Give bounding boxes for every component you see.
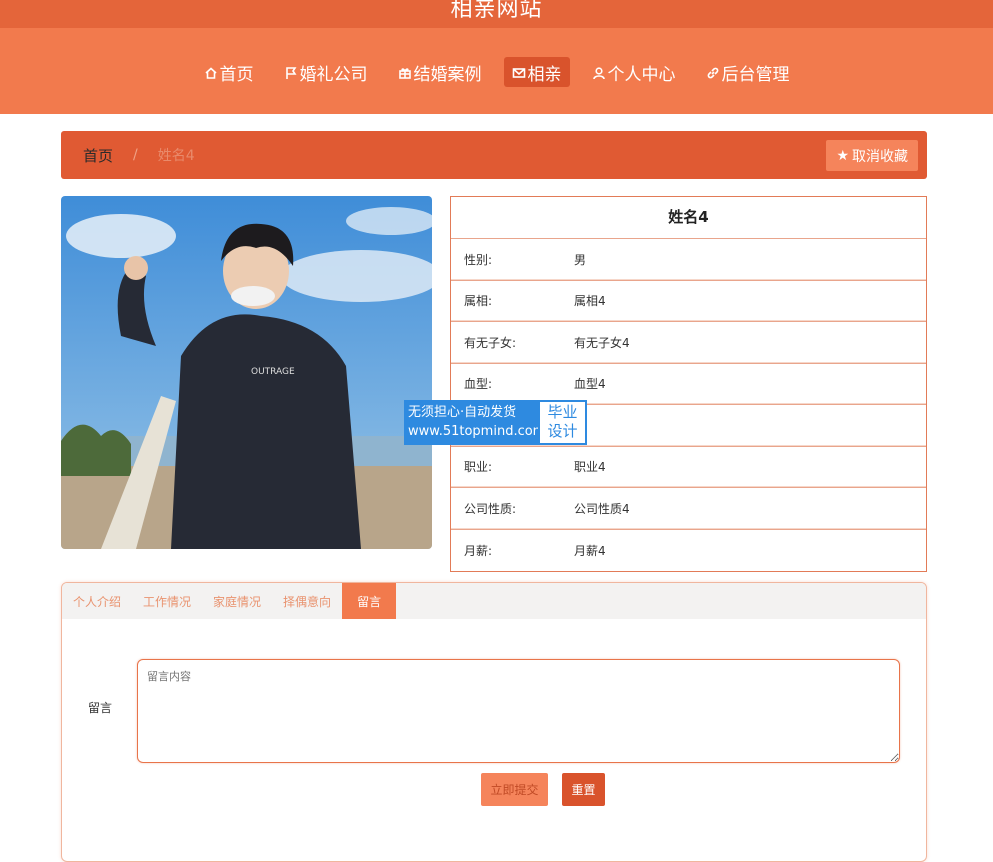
watermark-line2: www.51topmind.com [408, 424, 546, 439]
flag-icon [284, 65, 298, 79]
submit-button[interactable]: 立即提交 [481, 773, 548, 806]
tab-message[interactable]: 留言 [342, 583, 397, 619]
info-label: 属相: [464, 294, 493, 309]
info-row-salary: 月薪: 月薪4 [451, 530, 926, 572]
info-value: 月薪4 [574, 543, 606, 558]
tab-intro[interactable]: 个人介绍 [62, 583, 132, 619]
nav-label: 相亲 [527, 64, 562, 85]
tab-header: 个人介绍 工作情况 家庭情况 择偶意向 留言 [62, 583, 926, 619]
info-row-children: 有无子女: 有无子女4 [451, 322, 926, 364]
info-label: 有无子女: [464, 335, 517, 350]
top-title-bar: 相亲网站 [0, 0, 993, 28]
tab-family[interactable]: 家庭情况 [202, 583, 272, 619]
nav-label: 后台管理 [721, 64, 790, 85]
nav-item-dating[interactable]: 相亲 [503, 57, 570, 87]
watermark-side2: 设计 [547, 422, 578, 440]
svg-text:OUTRAGE: OUTRAGE [251, 367, 295, 377]
unfavorite-label: 取消收藏 [852, 148, 908, 165]
nav-item-wedding-cases[interactable]: 结婚案例 [390, 57, 490, 87]
detail-tabs: 个人介绍 工作情况 家庭情况 择偶意向 留言 留言 立即提交 重置 [61, 582, 927, 862]
tab-partner-preference[interactable]: 择偶意向 [272, 583, 342, 619]
site-title: 相亲网站 [450, 0, 543, 22]
info-row-zodiac: 属相: 属相4 [451, 281, 926, 322]
profile-info-table: 姓名4 性别: 男 属相: 属相4 有无子女: 有无子女4 血型: 血型4 职业… [450, 196, 927, 572]
info-value: 男 [574, 252, 587, 267]
breadcrumb-home-link[interactable]: 首页 [83, 145, 113, 166]
info-label: 公司性质: [464, 501, 517, 516]
user-icon [592, 65, 606, 80]
info-value: 血型4 [574, 377, 606, 392]
home-icon [204, 65, 218, 79]
info-value: 公司性质4 [574, 501, 630, 516]
tab-work[interactable]: 工作情况 [132, 583, 202, 619]
nav-item-admin[interactable]: 后台管理 [698, 57, 798, 87]
link-icon [706, 65, 720, 79]
info-label: 月薪: [464, 543, 493, 558]
watermark-text: 无须担心·自动发货 www.51topmind.com [404, 400, 546, 445]
message-textarea[interactable] [137, 659, 900, 763]
breadcrumb-current: 姓名4 [157, 148, 195, 164]
watermark-side1: 毕业 [547, 403, 578, 421]
reset-button[interactable]: 重置 [562, 773, 605, 806]
nav-item-user-center[interactable]: 个人中心 [584, 57, 684, 87]
info-row-occupation: 职业: 职业4 [451, 447, 926, 488]
unfavorite-button[interactable]: ★ 取消收藏 [826, 140, 918, 171]
info-label: 性别: [464, 252, 493, 267]
info-label: 血型: [464, 377, 493, 392]
watermark-badge: 无须担心·自动发货 www.51topmind.com 毕业 设计 [404, 400, 587, 445]
nav-label: 个人中心 [607, 64, 676, 85]
profile-photo: OUTRAGE [61, 196, 432, 549]
nav-label: 婚礼公司 [299, 64, 368, 85]
info-value: 属相4 [574, 294, 606, 309]
info-label: 职业: [464, 460, 493, 475]
star-icon: ★ [836, 147, 849, 164]
watermark-side: 毕业 设计 [538, 400, 587, 445]
info-value: 职业4 [574, 460, 606, 475]
info-row-company-type: 公司性质: 公司性质4 [451, 488, 926, 530]
mail-icon [512, 65, 526, 79]
nav-item-wedding-company[interactable]: 婚礼公司 [276, 57, 376, 87]
message-label: 留言 [88, 701, 113, 715]
info-row-gender: 性别: 男 [451, 239, 926, 281]
watermark-line1: 无须担心·自动发货 [408, 405, 517, 420]
breadcrumb: 首页 / 姓名4 ★ 取消收藏 [61, 131, 927, 179]
info-value: 有无子女4 [574, 335, 630, 350]
info-row-blood-type: 血型: 血型4 [451, 364, 926, 405]
gift-icon [398, 65, 412, 79]
profile-name: 姓名4 [451, 197, 926, 239]
breadcrumb-separator: / [133, 147, 138, 163]
nav-item-home[interactable]: 首页 [196, 57, 262, 87]
nav-label: 首页 [219, 64, 254, 85]
nav-label: 结婚案例 [413, 64, 482, 85]
main-nav: 首页 婚礼公司 结婚案例 相亲 个人中心 后台管理 [0, 28, 993, 114]
